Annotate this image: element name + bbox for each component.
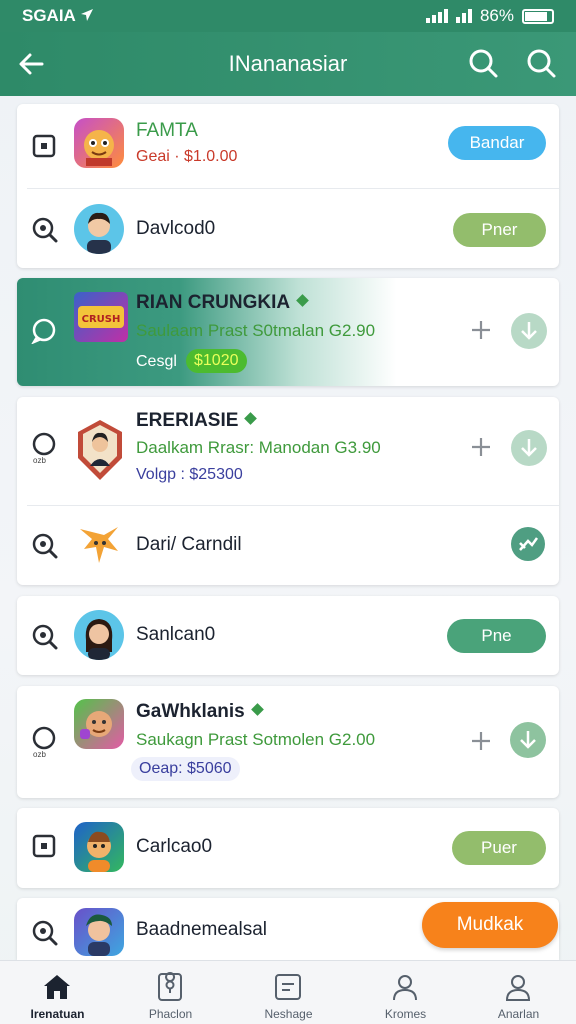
price-chip: Oeap: $5060 [131, 757, 240, 781]
signal-icon [425, 9, 448, 23]
item-tag: Cesgl [136, 353, 177, 370]
item-detail: Daalkam Rrasr: Manodan G3.90 [136, 438, 381, 457]
price-badge: $1020 [186, 349, 247, 373]
nav-label: Anarlan [497, 1007, 540, 1021]
divider [27, 505, 559, 506]
puer-button[interactable]: Puer [452, 831, 546, 865]
plus-icon[interactable] [470, 730, 492, 752]
diamond-icon [296, 294, 309, 307]
status-time: SGAIA [22, 6, 94, 26]
item-name: Davlcod0 [136, 218, 216, 239]
search-icon-2[interactable] [524, 46, 558, 80]
item-tag: Volgp : $25300 [136, 466, 243, 483]
tiny-label: ozb [33, 750, 46, 759]
divider [27, 188, 559, 189]
nav-label: Kromes [384, 1007, 427, 1021]
chat-bubble-icon[interactable] [30, 316, 58, 344]
message-box-icon [275, 974, 301, 1000]
signal-icon-2 [455, 9, 472, 23]
character-avatar [74, 418, 126, 482]
tiny-label: ozb [33, 456, 46, 465]
nav-item-neshage[interactable]: Neshage [231, 961, 346, 1024]
download-icon [521, 439, 537, 457]
battery-percent: 86% [479, 6, 514, 25]
status-bar: SGAIA 86% [0, 0, 576, 32]
download-icon [521, 322, 537, 340]
search-circle-icon[interactable] [30, 215, 58, 243]
plus-icon[interactable] [470, 319, 492, 341]
nav-label: Phaclon [148, 1007, 193, 1021]
search-icon[interactable] [466, 46, 500, 80]
item-name: FAMTA [136, 120, 198, 141]
location-card-icon [158, 972, 182, 1001]
game-avatar [74, 699, 124, 749]
battery-icon [522, 8, 554, 24]
search-circle-icon[interactable] [30, 531, 58, 559]
item-name: Carlcao0 [136, 836, 213, 857]
person-icon [393, 975, 417, 1001]
pne-button[interactable]: Pne [447, 619, 546, 653]
location-arrow-icon [80, 9, 93, 21]
square-outline-icon[interactable] [30, 132, 58, 160]
circle-outline-icon[interactable] [30, 724, 58, 752]
item-price: Geai · $1.0.00 [136, 148, 238, 165]
nav-item-kromes[interactable]: Kromes [348, 961, 463, 1024]
fox-avatar [74, 519, 124, 569]
game-avatar [74, 822, 124, 872]
diamond-icon [250, 703, 264, 716]
pner-button[interactable]: Pner [453, 213, 546, 247]
nav-item-phaclon[interactable]: Phaclon [113, 961, 228, 1024]
item-name: RIAN CRUNGKIA [136, 292, 309, 314]
download-icon [520, 731, 536, 749]
item-name: Sanlcan0 [136, 624, 216, 645]
share-icon [519, 537, 539, 551]
item-detail: Saukagn Prast Sotmolen G2.00 [136, 730, 376, 749]
search-circle-icon[interactable] [30, 622, 58, 650]
nav-item-home[interactable]: Irenatuan [0, 961, 115, 1024]
nav-item-anarlan[interactable]: Anarlan [461, 961, 576, 1024]
account-icon [505, 975, 531, 1001]
item-name: GaWhklanis [136, 701, 264, 723]
user-avatar [74, 610, 124, 660]
download-button[interactable] [511, 313, 547, 349]
download-button[interactable] [511, 430, 547, 466]
bottom-nav: Irenatuan Phaclon Neshage Kromes Anarlan [0, 960, 576, 1024]
share-button[interactable] [511, 527, 545, 561]
game-avatar [74, 118, 124, 168]
game-avatar [74, 908, 124, 956]
diamond-icon [244, 412, 258, 425]
mudkak-button[interactable]: Mudkak [422, 902, 558, 948]
square-outline-icon[interactable] [30, 832, 58, 860]
game-logo: CRUSH [74, 292, 128, 342]
item-name: Baadnemealsal [136, 919, 267, 940]
app-bar: INananasiar [0, 32, 576, 96]
user-avatar [74, 204, 124, 254]
home-icon [44, 975, 70, 999]
download-button[interactable] [510, 722, 546, 758]
item-name: Dari/ Carndil [136, 534, 242, 555]
bandar-button[interactable]: Bandar [448, 126, 546, 160]
item-detail: Saulaam Prast S0tmalan G2.90 [136, 321, 376, 340]
circle-outline-icon[interactable] [30, 430, 58, 458]
search-circle-icon[interactable] [30, 918, 58, 946]
nav-label: Irenatuan [30, 1007, 85, 1021]
nav-label: Neshage [264, 1007, 313, 1021]
game-logo-text: CRUSH [82, 314, 121, 325]
item-name: ERERIASIE [136, 410, 258, 432]
plus-icon[interactable] [470, 436, 492, 458]
